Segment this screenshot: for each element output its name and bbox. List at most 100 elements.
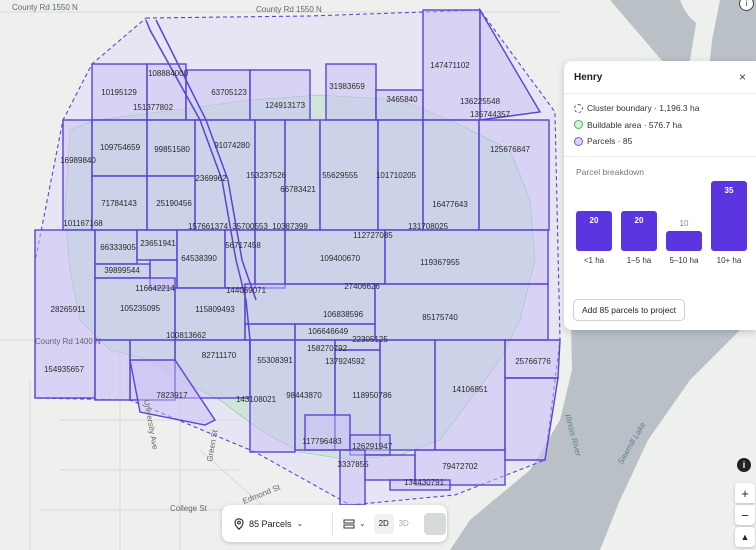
parcel-id-label: 16989840 [60, 156, 96, 165]
road-label-county-rd-1550-east: County Rd 1550 N [256, 5, 322, 14]
parcel-id-label: 22305125 [352, 335, 388, 344]
chevron-down-icon: ⌄ [359, 519, 366, 528]
mode-3d-button[interactable]: 3D [394, 514, 414, 534]
parcel-id-label: 23651941 [140, 239, 176, 248]
close-icon[interactable]: × [739, 70, 746, 84]
bar-value-label: 20 [589, 215, 599, 225]
parcel-id-label: 144069071 [226, 286, 267, 295]
parcel-id-label: 119367955 [420, 258, 460, 267]
layers-icon [343, 519, 355, 528]
legend-item-cluster-boundary: Cluster boundary · 1,196.3 ha [574, 100, 746, 117]
parcel-breakdown-chart: 20 <1 ha 20 1–5 ha 10 5–10 ha 35 10+ ha [574, 177, 747, 267]
parcel-id-label: 55308391 [257, 356, 293, 365]
parcel-id-label: 99851580 [154, 145, 190, 154]
parcel-id-label: 27406626 [344, 282, 380, 291]
parcel-id-label: 98443870 [286, 391, 322, 400]
parcel-id-label: 100813662 [166, 331, 207, 340]
parcels-dropdown[interactable]: 85 Parcels ⌄ [222, 517, 332, 530]
bar-value-label: 35 [724, 185, 734, 195]
parcel-id-label: 3337855 [337, 460, 369, 469]
parcel-id-label: 115809493 [195, 305, 235, 314]
parcel-id-label: 125676847 [490, 145, 531, 154]
parcel-id-label: 82711170 [202, 351, 237, 360]
basemap-thumbnail[interactable] [423, 512, 446, 535]
layers-dropdown[interactable]: ⌄ [333, 519, 372, 529]
parcel-id-label: 79472702 [442, 462, 478, 471]
parcel-id-label: 124913173 [265, 101, 306, 110]
parcel-id-label: 101710205 [376, 171, 417, 180]
parcel-id-label: 108884000 [148, 69, 189, 78]
cluster-panel: Henry × Cluster boundary · 1,196.3 ha Bu… [564, 61, 756, 330]
map-info-icon[interactable]: i [737, 458, 751, 472]
parcel-id-label: 136225548 [460, 97, 501, 106]
mode-2d-button[interactable]: 2D [373, 513, 394, 534]
parcel-id-label: 101167168 [63, 219, 103, 228]
parcel-id-label: 25190456 [156, 199, 192, 208]
parcel-id-label: 85175740 [422, 313, 458, 322]
parcel-id-label: 151377802 [133, 103, 174, 112]
legend: Cluster boundary · 1,196.3 ha Buildable … [564, 94, 756, 157]
bar-category-label: <1 ha [583, 255, 605, 265]
parcel-id-label: 117796483 [302, 437, 342, 446]
legend-item-buildable-area: Buildable area · 576.7 ha [574, 117, 746, 134]
purple-circle-icon [574, 136, 583, 146]
parcel-id-label: 2369962 [195, 174, 227, 183]
zoom-out-button[interactable]: − [735, 505, 755, 525]
map-pin-icon [234, 517, 244, 530]
parcel-id-label: 91074280 [214, 141, 250, 150]
road-label-college-st: College St [170, 504, 208, 513]
bar-category-label: 1–5 ha [626, 255, 652, 265]
parcel-id-label: 116642214 [135, 284, 175, 293]
parcel-id-label: 66783421 [280, 185, 316, 194]
parcel-id-label: 106838596 [323, 310, 364, 319]
add-parcels-button[interactable]: Add 85 parcels to project [573, 299, 686, 321]
road-label-county-rd-1400: County Rd 1400 N [35, 337, 101, 346]
parcel-id-label: 109754659 [100, 143, 141, 152]
parcel-id-label: 157661374 [188, 222, 229, 231]
parcel-id-label: 106646649 [308, 327, 349, 336]
parcel-id-label: 63705123 [211, 88, 247, 97]
parcel-id-label: 56717458 [225, 241, 261, 250]
panel-header: Henry × [564, 61, 756, 94]
breakdown-title: Parcel breakdown [576, 166, 645, 177]
parcel-id-label: 135744357 [470, 110, 511, 119]
parcel-id-label: 158270792 [307, 344, 348, 353]
zoom-in-button[interactable]: + [735, 483, 755, 503]
parcel-id-label: 10387399 [272, 222, 308, 231]
parcel-id-label: 64538390 [181, 254, 217, 263]
bar-category-label: 5–10 ha [669, 255, 699, 265]
parcel-id-label: 112727085 [353, 231, 393, 240]
parcel-id-label: 143108021 [236, 395, 277, 404]
parcel-id-label: 134430791 [404, 478, 445, 487]
dashed-circle-icon [574, 103, 583, 113]
parcel-id-label: 16477643 [432, 200, 468, 209]
parcel-id-label: 71784143 [101, 199, 137, 208]
parcel-id-label: 153237526 [246, 171, 287, 180]
parcel-id-label: 7823917 [156, 391, 188, 400]
bar-2 [666, 230, 702, 251]
parcel-id-label: 126291947 [352, 442, 393, 451]
parcel-id-label: 105235095 [120, 304, 161, 313]
parcel-id-label: 28265911 [51, 305, 87, 314]
parcel-id-label: 14106851 [452, 385, 488, 394]
bar-category-label: 10+ ha [716, 255, 742, 265]
parcel-id-label: 154935657 [44, 365, 85, 374]
road-label-county-rd-1550-west: County Rd 1550 N [12, 3, 78, 12]
panel-title: Henry [574, 71, 603, 83]
parcel-id-label: 31983659 [329, 82, 365, 91]
parcel-id-label: 109400670 [320, 254, 361, 263]
parcel-id-label: 39899544 [104, 266, 140, 275]
parcel-id-label: 10195129 [101, 88, 137, 97]
parcel-id-label: 137924592 [325, 357, 366, 366]
parcel-id-label: 3465840 [386, 95, 418, 104]
map-toolbar: 85 Parcels ⌄ ⌄ 2D 3D [222, 505, 447, 542]
parcel-id-label: 118950786 [352, 391, 392, 400]
view-mode-toggle: 2D 3D [373, 513, 414, 534]
bar-value-label: 10 [679, 218, 689, 228]
compass-button[interactable]: ▲ [735, 527, 755, 547]
parcel-id-label: 131708025 [408, 222, 449, 231]
parcel-id-label: 35700553 [232, 222, 268, 231]
parcel-id-label: 147471102 [430, 61, 470, 70]
parcel-id-label: 25766776 [515, 357, 551, 366]
bar-value-label: 20 [634, 215, 644, 225]
